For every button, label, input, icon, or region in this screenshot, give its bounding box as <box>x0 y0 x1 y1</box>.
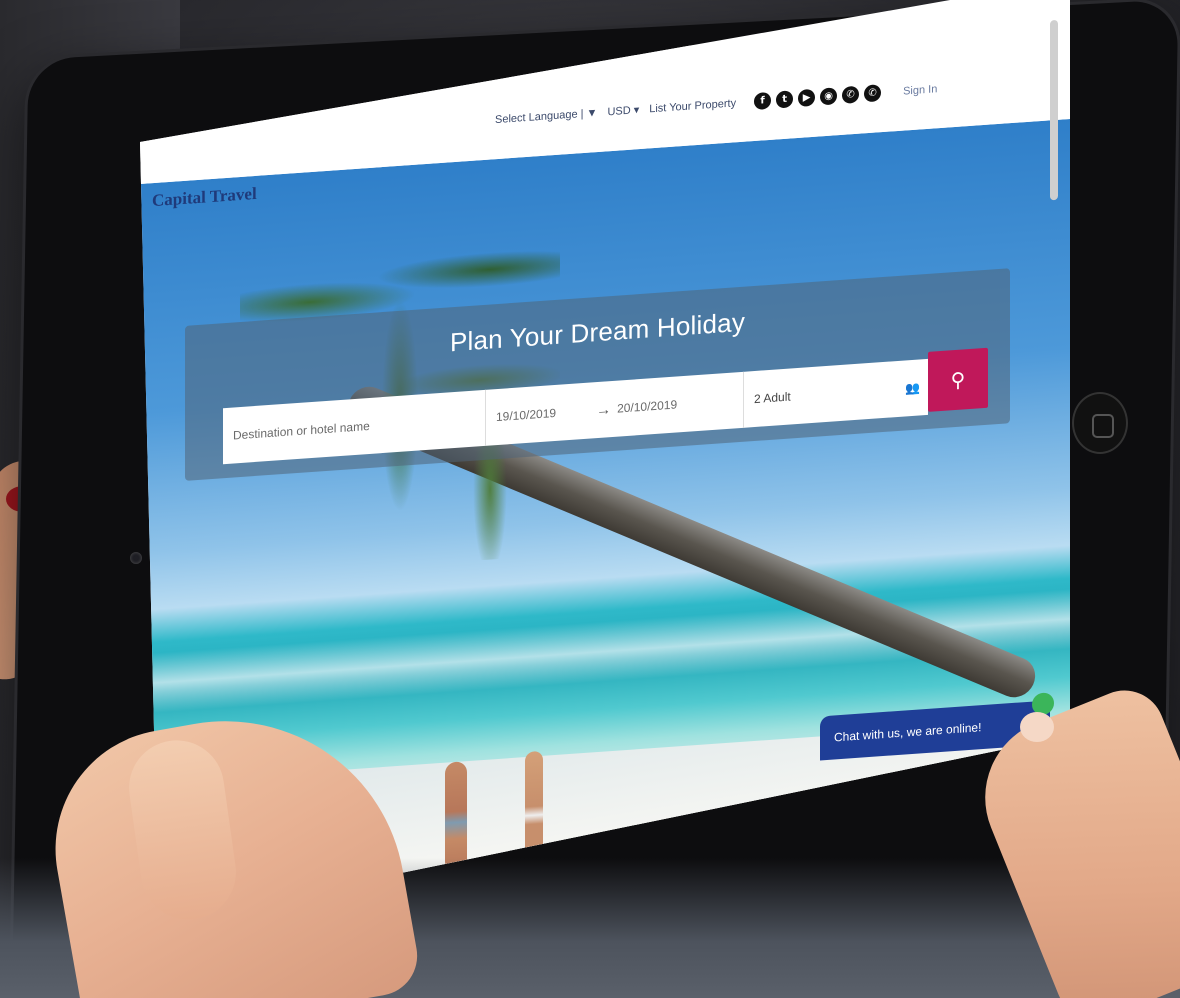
tablet-camera <box>130 552 142 564</box>
language-selector[interactable]: Select Language | ▼ <box>495 107 597 126</box>
page-scrollbar[interactable] <box>1050 20 1058 201</box>
top-navigation: Select Language | ▼ USD ▾ List Your Prop… <box>495 80 937 128</box>
person-man <box>445 761 467 873</box>
sign-in-link[interactable]: Sign In <box>903 83 937 97</box>
twitter-icon[interactable]: t <box>776 90 793 108</box>
youtube-icon[interactable]: ▶ <box>798 89 815 107</box>
list-property-link[interactable]: List Your Property <box>649 97 736 115</box>
check-in-date[interactable]: 19/10/2019 <box>496 406 556 424</box>
search-button[interactable]: ⚲ <box>928 348 988 412</box>
search-icon: ⚲ <box>950 367 966 393</box>
date-range-field[interactable]: 19/10/2019 → 20/10/2019 <box>485 372 743 446</box>
guests-field[interactable]: 2 Adult 👥 <box>743 359 928 428</box>
check-out-date[interactable]: 20/10/2019 <box>617 397 677 415</box>
tablet-home-button[interactable] <box>1072 392 1128 454</box>
guests-value: 2 Adult <box>754 389 791 407</box>
currency-selector[interactable]: USD ▾ <box>607 103 639 118</box>
right-fingernail <box>1020 712 1054 742</box>
social-links: f t ▶ ◉ ✆ ✆ <box>754 84 881 110</box>
guests-icon: 👥 <box>905 380 920 396</box>
destination-input[interactable]: Destination or hotel name <box>223 390 485 464</box>
instagram-icon[interactable]: ◉ <box>820 87 837 105</box>
whatsapp-icon[interactable]: ✆ <box>864 84 881 102</box>
arrow-right-icon: → <box>596 400 612 419</box>
viber-icon[interactable]: ✆ <box>842 86 859 104</box>
facebook-icon[interactable]: f <box>754 92 771 110</box>
chat-label: Chat with us, we are online! <box>834 720 982 745</box>
